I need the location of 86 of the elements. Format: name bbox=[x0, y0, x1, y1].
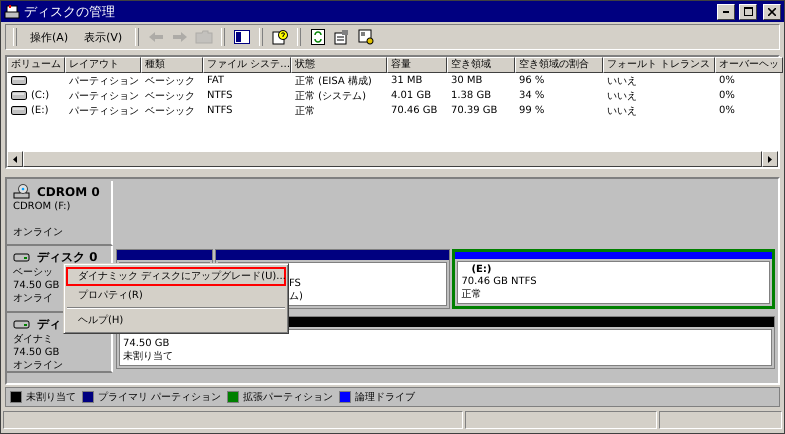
properties-icon[interactable] bbox=[334, 29, 350, 45]
menu-item[interactable]: 表示(V) bbox=[78, 28, 128, 46]
partition-info: 74.50 GB bbox=[123, 337, 170, 350]
table-cell-text: 4.01 GB bbox=[390, 90, 432, 101]
close-icon bbox=[768, 8, 776, 16]
legend-label: プライマリ パーティション bbox=[98, 390, 222, 404]
disk-name: ディ bbox=[37, 316, 61, 333]
table-cell-text: いいえ bbox=[606, 90, 638, 102]
right-arrow-icon bbox=[768, 156, 772, 162]
cd-drive-icon bbox=[13, 184, 31, 200]
scroll-right-button[interactable] bbox=[762, 151, 778, 167]
table-cell-text: 30 MB bbox=[450, 75, 484, 86]
table-cell-text: ベーシック bbox=[144, 104, 196, 118]
disk-info: 74.50 GB bbox=[13, 279, 60, 292]
settings-icon[interactable] bbox=[358, 29, 374, 45]
table-cell-text: ベーシック bbox=[144, 90, 196, 102]
minimize-icon bbox=[723, 10, 729, 12]
volume-icon bbox=[11, 76, 27, 85]
table-cell-text: 31 MB bbox=[390, 75, 424, 86]
disk-info: ダイナミ bbox=[13, 333, 53, 346]
scroll-left-button[interactable] bbox=[7, 151, 23, 167]
legend-label: 論理ドライブ bbox=[355, 390, 416, 404]
table-cell-text: NTFS bbox=[206, 90, 234, 101]
column-header[interactable]: 容量 bbox=[387, 57, 447, 73]
table-cell-text: ベーシック bbox=[144, 74, 196, 88]
disk-info: オンライ bbox=[13, 292, 53, 305]
partition-info: FS bbox=[288, 277, 301, 290]
table-cell-text: 34 % bbox=[518, 90, 546, 101]
close-button[interactable] bbox=[763, 4, 781, 20]
column-header[interactable]: フォールト トレランス bbox=[603, 57, 715, 73]
menu-item[interactable]: 操作(A) bbox=[24, 28, 74, 46]
legend-label: 拡張パーティション bbox=[243, 390, 334, 404]
partition-title: (E:) bbox=[470, 264, 492, 275]
table-cell-text: NTFS bbox=[206, 105, 234, 116]
partition-info: ム) bbox=[288, 290, 303, 303]
table-cell-text: FAT bbox=[206, 75, 226, 86]
table-cell-text: 70.46 GB bbox=[390, 105, 438, 116]
legend-label: 未割り当て bbox=[26, 390, 76, 404]
disk-label-panel[interactable]: CDROM 0 CDROM (F:) オンライン bbox=[7, 181, 113, 246]
column-header[interactable]: ボリューム bbox=[7, 57, 65, 73]
disk-name: ディスク 0 bbox=[37, 249, 98, 266]
table-cell-text: 1.38 GB bbox=[450, 90, 492, 101]
table-cell-text: 0% bbox=[718, 105, 736, 116]
column-header[interactable]: 空き領域 bbox=[447, 57, 515, 73]
disk-info: CDROM (F:) bbox=[13, 200, 70, 213]
maximize-icon bbox=[744, 7, 752, 16]
partition-info: 70.46 GB NTFS bbox=[461, 275, 537, 288]
disk-management-icon bbox=[4, 4, 20, 20]
volume-icon bbox=[11, 106, 27, 115]
disk-info: オンライン bbox=[13, 359, 63, 372]
disk-name: CDROM 0 bbox=[37, 185, 100, 199]
table-cell-text: いいえ bbox=[606, 74, 638, 88]
column-header[interactable]: 種類 bbox=[141, 57, 203, 73]
table-cell: (C:) bbox=[31, 90, 50, 101]
table-cell-text: パーティション bbox=[68, 90, 140, 102]
minimize-button[interactable] bbox=[717, 4, 735, 20]
column-header[interactable]: レイアウト bbox=[65, 57, 141, 73]
partition-info: 未割り当て bbox=[123, 350, 173, 363]
column-header[interactable]: オーバーヘッ bbox=[715, 57, 783, 73]
disk-info: ベーシッ bbox=[13, 266, 53, 279]
table-cell-text: 0% bbox=[718, 75, 736, 86]
table-cell-text: パーティション bbox=[68, 74, 140, 88]
volume-icon bbox=[11, 91, 27, 100]
table-cell-text: 正常 (EISA 構成) bbox=[294, 74, 373, 88]
table-cell-text: 正常 (システム) bbox=[294, 90, 367, 102]
table-cell-text: 正常 bbox=[294, 104, 316, 118]
maximize-button[interactable] bbox=[739, 4, 757, 20]
table-cell-text: 99 % bbox=[518, 105, 546, 116]
column-header[interactable]: 状態 bbox=[291, 57, 387, 73]
table-cell-text: 70.39 GB bbox=[450, 105, 498, 116]
disk-info: 74.50 GB bbox=[13, 346, 60, 359]
window-title: ディスクの管理 bbox=[24, 4, 116, 20]
refresh-icon[interactable] bbox=[311, 29, 326, 45]
partition-info: 正常 bbox=[461, 288, 482, 301]
table-cell-text: 0% bbox=[718, 90, 736, 101]
table-cell: (E:) bbox=[31, 105, 48, 116]
table-cell-text: パーティション bbox=[68, 104, 140, 118]
help-icon[interactable] bbox=[272, 29, 288, 45]
panel-icon[interactable] bbox=[234, 30, 250, 44]
left-arrow-icon bbox=[13, 156, 17, 162]
column-header[interactable]: ファイル システ… bbox=[203, 57, 291, 73]
table-cell-text: いいえ bbox=[606, 104, 638, 118]
extended-partition[interactable]: (E:) 70.46 GB NTFS 正常 bbox=[452, 249, 775, 309]
disk-info: オンライン bbox=[13, 226, 63, 239]
column-header[interactable]: 空き領域の割合 bbox=[515, 57, 603, 73]
table-cell-text: 96 % bbox=[518, 75, 546, 86]
